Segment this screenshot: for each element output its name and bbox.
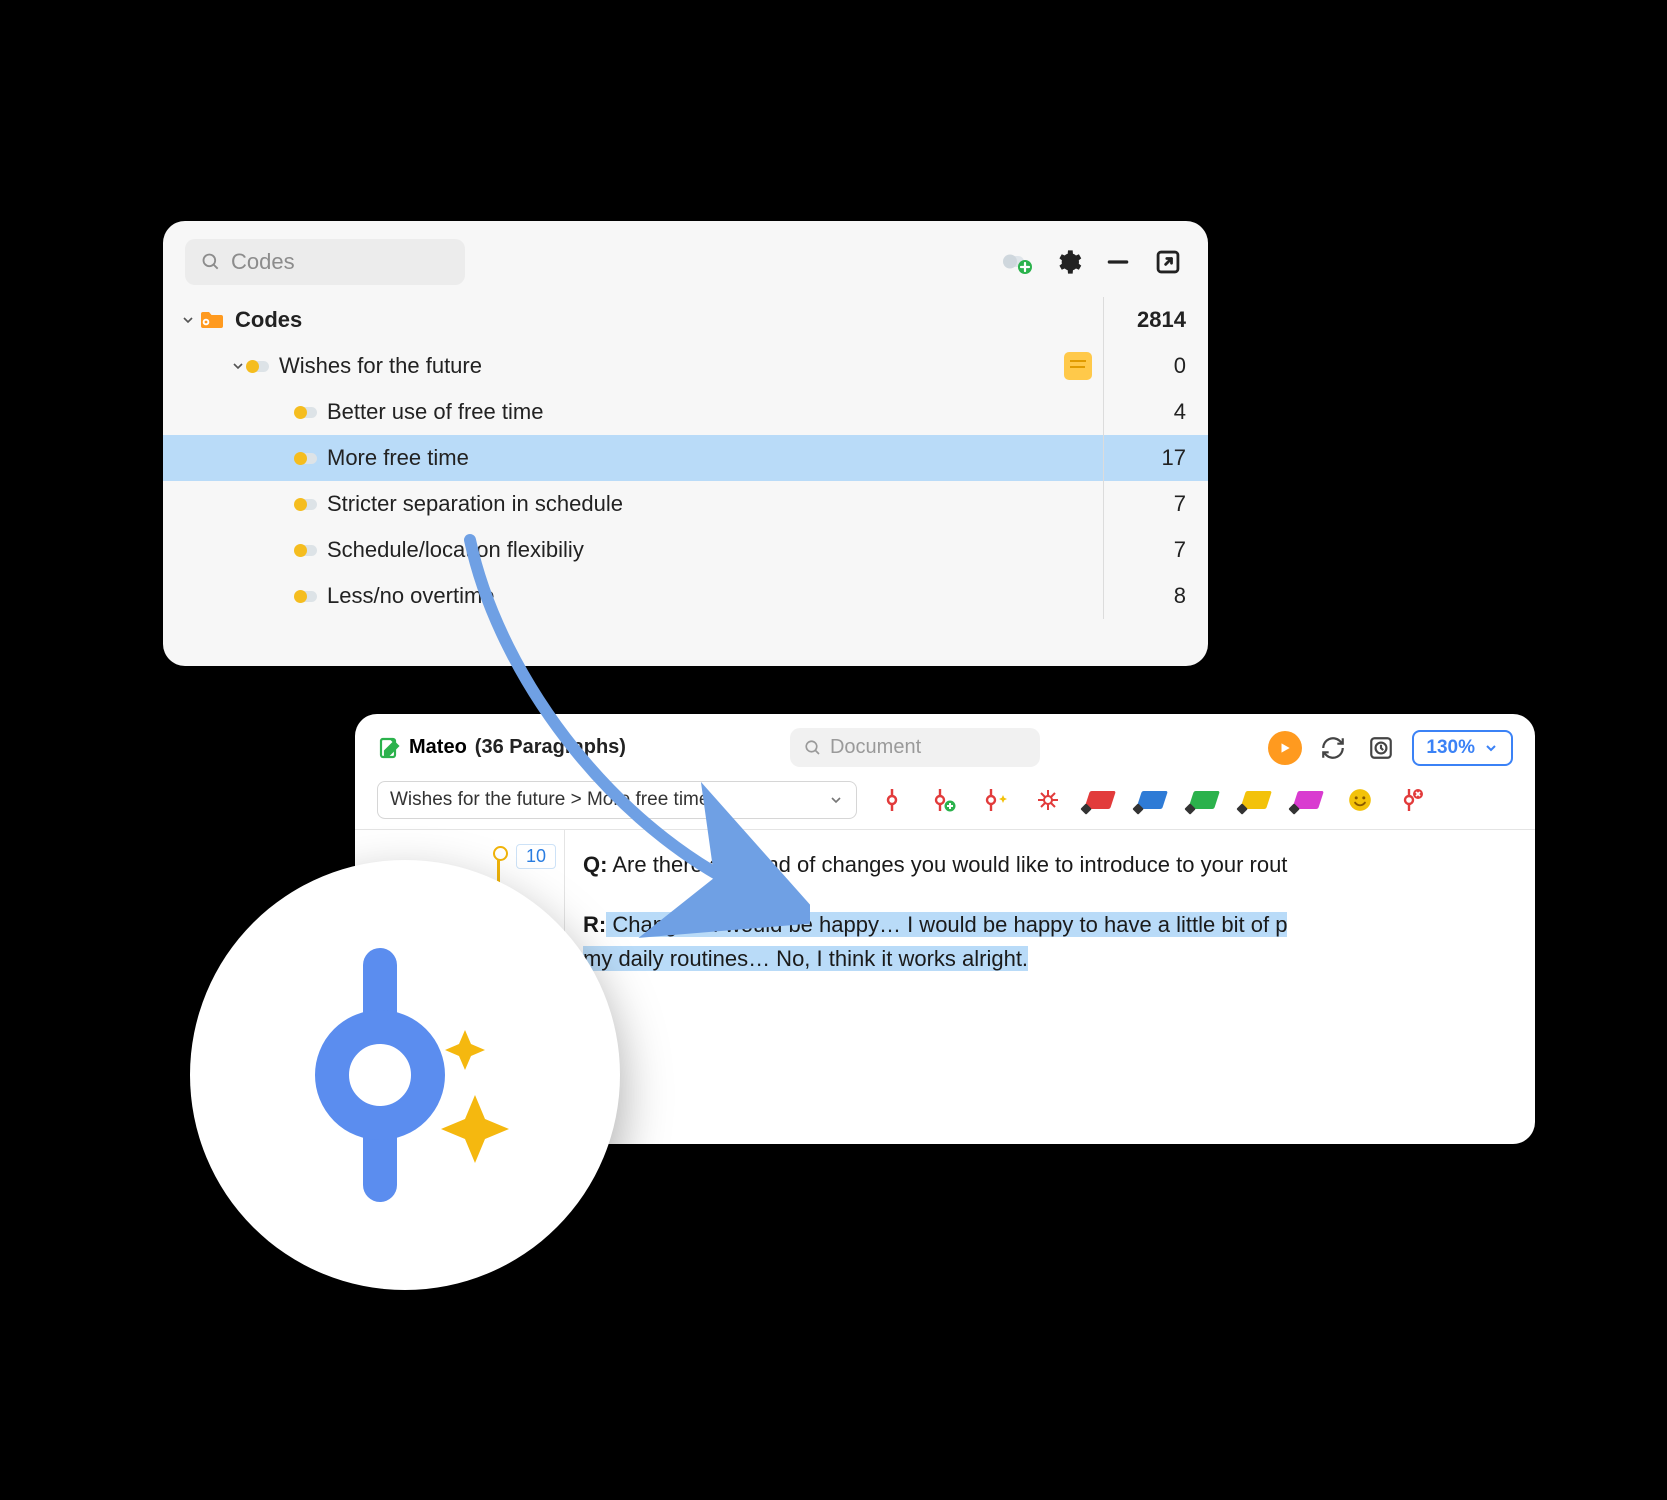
codes-tree: Codes 2814 Wishes for the future 0 Bette…	[163, 293, 1208, 619]
document-text[interactable]: Q: Are there any kind of changes you wou…	[565, 830, 1535, 1136]
code-breadcrumb-select[interactable]: Wishes for the future > More free time	[377, 781, 857, 819]
code-count: 4	[1100, 399, 1186, 425]
invivo-icon	[1035, 787, 1061, 813]
document-name: Mateo	[409, 736, 467, 759]
code-row[interactable]: Less/no overtime8	[163, 573, 1208, 619]
question-paragraph: Q: Are there any kind of changes you wou…	[583, 848, 1535, 882]
highlighter-icon	[1136, 791, 1168, 809]
chevron-down-icon	[1483, 740, 1499, 756]
code-label: Stricter separation in schedule	[327, 491, 1100, 517]
codes-panel: Codes	[163, 221, 1208, 666]
highlighter-button[interactable]	[1083, 783, 1117, 817]
r-text-line1: Changes. I would be happy… I would be ha…	[606, 912, 1287, 937]
ai-coding-icon	[275, 945, 535, 1205]
minus-icon	[1105, 249, 1131, 275]
paragraph-number[interactable]: 10	[516, 844, 556, 869]
code-label: More free time	[327, 445, 1100, 471]
codes-folder-icon	[199, 308, 225, 332]
document-secondary-toolbar: Wishes for the future > More free time	[355, 777, 1535, 830]
codes-root-label: Codes	[235, 307, 1100, 333]
highlighter-icon	[1292, 791, 1324, 809]
new-code-button[interactable]	[1000, 244, 1036, 280]
document-meta: (36 Paragraphs)	[475, 736, 626, 759]
code-count: 7	[1100, 537, 1186, 563]
codes-search-placeholder: Codes	[231, 249, 295, 275]
code-node-icon	[881, 787, 903, 813]
code-row[interactable]: Better use of free time4	[163, 389, 1208, 435]
caret-down-icon[interactable]	[177, 312, 199, 328]
code-color-icon	[297, 453, 317, 464]
code-row[interactable]: Schedule/location flexibiliy7	[163, 527, 1208, 573]
code-color-icon	[297, 407, 317, 418]
q-label: Q:	[583, 852, 607, 877]
popout-icon	[1154, 248, 1182, 276]
r-text-line2: my daily routines… No, I think it works …	[583, 946, 1028, 971]
code-color-icon	[297, 545, 317, 556]
search-icon	[804, 739, 822, 757]
code-count: 7	[1100, 491, 1186, 517]
search-icon	[201, 252, 221, 272]
highlighter-button[interactable]	[1187, 783, 1221, 817]
code-node-button[interactable]	[875, 783, 909, 817]
clock-box-icon	[1368, 735, 1394, 761]
code-row[interactable]: More free time17	[163, 435, 1208, 481]
code-group-count: 0	[1100, 353, 1186, 379]
chevron-down-icon	[828, 792, 844, 808]
highlighter-button[interactable]	[1135, 783, 1169, 817]
code-color-icon	[297, 591, 317, 602]
highlighter-icon	[1240, 791, 1272, 809]
document-search-input[interactable]: Document	[790, 728, 1040, 767]
r-label: R:	[583, 912, 606, 937]
codes-root-count: 2814	[1100, 307, 1186, 333]
code-label: Schedule/location flexibiliy	[327, 537, 1100, 563]
code-ai-icon	[982, 787, 1010, 813]
code-count: 8	[1100, 583, 1186, 609]
codes-panel-header: Codes	[163, 221, 1208, 293]
code-group-row[interactable]: Wishes for the future 0	[163, 343, 1208, 389]
code-add-icon	[931, 787, 957, 813]
code-label: Less/no overtime	[327, 583, 1100, 609]
popout-button[interactable]	[1150, 244, 1186, 280]
minimize-button[interactable]	[1100, 244, 1136, 280]
code-label: Better use of free time	[327, 399, 1100, 425]
codes-search-input[interactable]: Codes	[185, 239, 465, 285]
gear-icon	[1054, 248, 1082, 276]
code-row[interactable]: Stricter separation in schedule7	[163, 481, 1208, 527]
play-icon	[1278, 741, 1292, 755]
document-toolbar: Mateo (36 Paragraphs) Document 130%	[355, 714, 1535, 777]
invivo-code-button[interactable]	[1031, 783, 1065, 817]
code-remove-icon	[1400, 787, 1424, 813]
emoji-button[interactable]	[1343, 783, 1377, 817]
edit-doc-icon[interactable]	[377, 736, 401, 760]
zoom-selector[interactable]: 130%	[1412, 730, 1513, 766]
code-group-label: Wishes for the future	[279, 353, 1064, 379]
codes-root-row[interactable]: Codes 2814	[163, 297, 1208, 343]
memo-icon[interactable]	[1064, 352, 1092, 380]
response-paragraph: R: Changes. I would be happy… I would be…	[583, 908, 1535, 976]
timestamp-button[interactable]	[1364, 731, 1398, 765]
remove-code-button[interactable]	[1395, 783, 1429, 817]
q-text: Are there any kind of changes you would …	[607, 852, 1287, 877]
breadcrumb-text: Wishes for the future > More free time	[390, 789, 709, 811]
highlighter-button[interactable]	[1239, 783, 1273, 817]
code-color-icon	[249, 361, 269, 372]
add-code-button[interactable]	[927, 783, 961, 817]
refresh-icon	[1320, 735, 1346, 761]
play-button[interactable]	[1268, 731, 1302, 765]
zoom-value: 130%	[1426, 737, 1475, 759]
feature-badge	[190, 860, 620, 1290]
highlighter-icon	[1188, 791, 1220, 809]
code-count: 17	[1100, 445, 1186, 471]
smiley-icon	[1347, 787, 1373, 813]
code-color-icon	[297, 499, 317, 510]
highlighter-button[interactable]	[1291, 783, 1325, 817]
refresh-button[interactable]	[1316, 731, 1350, 765]
document-title: Mateo (36 Paragraphs)	[377, 736, 626, 760]
settings-button[interactable]	[1050, 244, 1086, 280]
document-search-placeholder: Document	[830, 736, 921, 759]
highlighter-icon	[1084, 791, 1116, 809]
ai-code-button[interactable]	[979, 783, 1013, 817]
